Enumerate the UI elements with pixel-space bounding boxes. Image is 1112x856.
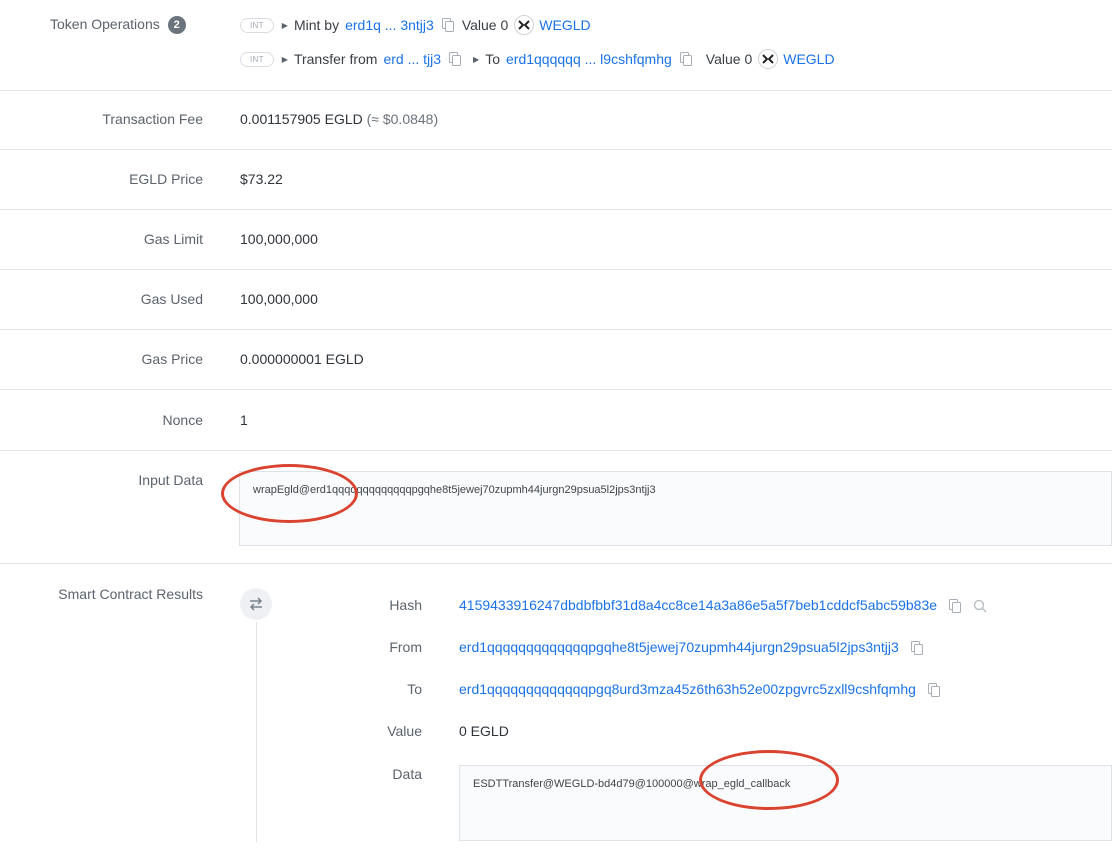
transaction-fee-label: Transaction Fee	[102, 111, 203, 127]
timeline-line	[256, 622, 257, 842]
nonce-value: 1	[240, 412, 248, 428]
transaction-fee-row: Transaction Fee 0.001157905 EGLD (≈ $0.0…	[0, 91, 1112, 150]
scr-data-label: Data	[392, 766, 422, 782]
copy-icon[interactable]	[449, 52, 462, 66]
operations-count-badge: 2	[167, 16, 186, 35]
caret-right-icon: ▶	[281, 20, 288, 30]
input-data-row: Input Data wrapEgld@erd1qqqqqqqqqqqqqpgq…	[0, 451, 1112, 564]
nonce-label: Nonce	[162, 412, 203, 428]
scr-to-value: erd1qqqqqqqqqqqqqpgq8urd3mza45z6th63h52e…	[459, 681, 948, 698]
gas-limit-label: Gas Limit	[143, 231, 203, 247]
gas-price-row: Gas Price 0.000000001 EGLD	[0, 330, 1112, 390]
caret-right-icon: ▶	[281, 54, 288, 64]
op-action: Transfer from	[293, 51, 378, 67]
copy-icon[interactable]	[679, 52, 692, 66]
input-data-field[interactable]: wrapEgld@erd1qqqqqqqqqqqqqpgqhe8t5jewej7…	[239, 471, 1112, 546]
wegld-token-icon	[514, 15, 535, 35]
scr-value-value: 0 EGLD	[459, 723, 509, 739]
copy-icon[interactable]	[910, 641, 923, 656]
copy-icon[interactable]	[948, 599, 961, 614]
op-address-link[interactable]: erd1q ... 3ntjj3	[345, 17, 434, 33]
scr-from-label: From	[389, 639, 422, 655]
scr-data-field[interactable]: ESDTTransfer@WEGLD-bd4d79@100000@wrap_eg…	[459, 765, 1112, 841]
caret-right-icon: ▶	[473, 54, 480, 64]
scr-hash-label: Hash	[389, 597, 422, 613]
nonce-row: Nonce 1	[0, 390, 1112, 451]
gas-used-label: Gas Used	[140, 291, 203, 307]
token-link[interactable]: WEGLD	[539, 17, 590, 33]
op-type-badge: INT	[240, 51, 274, 67]
token-operations-row: Token Operations 2 INT ▶ Mint by erd1q ..…	[0, 0, 1112, 91]
token-operation-1: INT ▶ Mint by erd1q ... 3ntjj3 Value 0 W…	[240, 15, 591, 35]
gas-used-row: Gas Used 100,000,000	[0, 270, 1112, 330]
token-operations-label: Token Operations 2	[50, 16, 186, 35]
token-link[interactable]: WEGLD	[783, 51, 834, 67]
input-data-label: Input Data	[138, 472, 203, 488]
scr-to-label: To	[407, 681, 422, 697]
swap-arrows-icon	[240, 588, 272, 620]
op-action: Mint by	[293, 17, 340, 33]
op-type-badge: INT	[240, 17, 274, 33]
gas-used-value: 100,000,000	[240, 291, 318, 307]
copy-icon[interactable]	[441, 18, 454, 32]
scr-value-label: Value	[387, 723, 422, 739]
search-icon[interactable]	[973, 599, 987, 613]
wegld-token-icon	[758, 49, 779, 69]
gas-price-label: Gas Price	[141, 351, 203, 367]
smart-contract-results-label: Smart Contract Results	[58, 586, 203, 602]
op-to-label: To	[485, 51, 500, 67]
egld-price-value: $73.22	[240, 171, 283, 187]
transaction-details-page: Token Operations 2 INT ▶ Mint by erd1q ..…	[0, 0, 1112, 856]
transaction-fee-value: 0.001157905 EGLD (≈ $0.0848)	[240, 111, 439, 127]
egld-price-row: EGLD Price $73.22	[0, 150, 1112, 210]
op-value: Value 0	[461, 17, 509, 33]
op-value: Value 0	[705, 51, 753, 67]
op-to-address-link[interactable]: erd1qqqqqq ... l9cshfqmhg	[506, 51, 672, 67]
token-operation-2: INT ▶ Transfer from erd ... tjj3 ▶ To er…	[240, 49, 835, 69]
egld-price-label: EGLD Price	[129, 171, 203, 187]
gas-price-value: 0.000000001 EGLD	[240, 351, 364, 367]
gas-limit-row: Gas Limit 100,000,000	[0, 210, 1112, 270]
op-from-address-link[interactable]: erd ... tjj3	[383, 51, 441, 67]
gas-limit-value: 100,000,000	[240, 231, 318, 247]
scr-from-value: erd1qqqqqqqqqqqqqpgqhe8t5jewej70zupmh44j…	[459, 639, 931, 656]
scr-hash-value: 4159433916247dbdbfbbf31d8a4cc8ce14a3a86e…	[459, 597, 987, 614]
copy-icon[interactable]	[927, 683, 940, 698]
